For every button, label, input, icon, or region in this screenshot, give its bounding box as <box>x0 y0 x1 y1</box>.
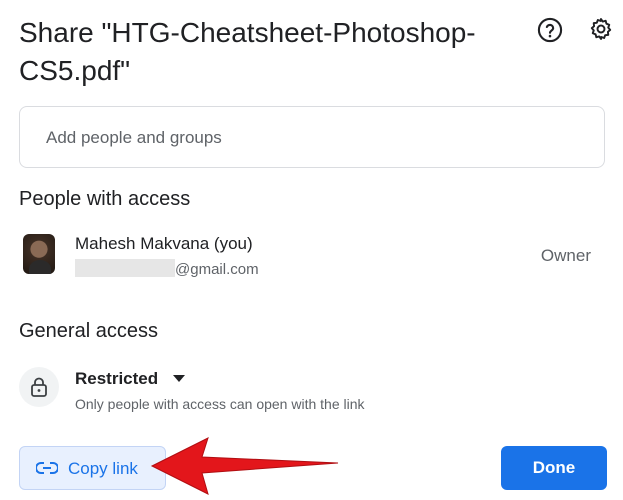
copy-link-label: Copy link <box>68 459 138 478</box>
add-people-field[interactable] <box>19 106 605 168</box>
add-people-input[interactable] <box>46 125 586 151</box>
avatar <box>23 234 55 274</box>
gear-icon[interactable] <box>588 16 616 44</box>
dialog-title: Share "HTG-Cheatsheet-Photoshop-CS5.pdf" <box>19 17 476 86</box>
person-name: Mahesh Makvana (you) <box>75 234 253 253</box>
general-access-row: Restricted Only people with access can o… <box>19 362 605 422</box>
copy-link-button[interactable]: Copy link <box>19 446 166 490</box>
person-row: Mahesh Makvana (you) @gmail.com Owner <box>19 228 605 284</box>
access-level-dropdown[interactable]: Restricted <box>75 367 185 389</box>
general-access-heading: General access <box>19 320 158 342</box>
annotation-arrow <box>150 437 339 495</box>
help-icon[interactable] <box>536 16 564 44</box>
lock-icon <box>19 367 59 407</box>
email-suffix: @gmail.com <box>175 261 259 278</box>
share-dialog: Share "HTG-Cheatsheet-Photoshop-CS5.pdf"… <box>0 0 623 500</box>
person-role: Owner <box>540 246 591 265</box>
caret-down-icon <box>172 367 185 387</box>
link-icon <box>35 460 59 480</box>
email-redaction <box>75 259 175 277</box>
done-button[interactable]: Done <box>501 446 607 490</box>
people-with-access-heading: People with access <box>19 188 191 210</box>
person-email: @gmail.com <box>75 259 259 278</box>
access-description: Only people with access can open with th… <box>75 396 365 412</box>
access-level-value: Restricted <box>75 369 159 388</box>
